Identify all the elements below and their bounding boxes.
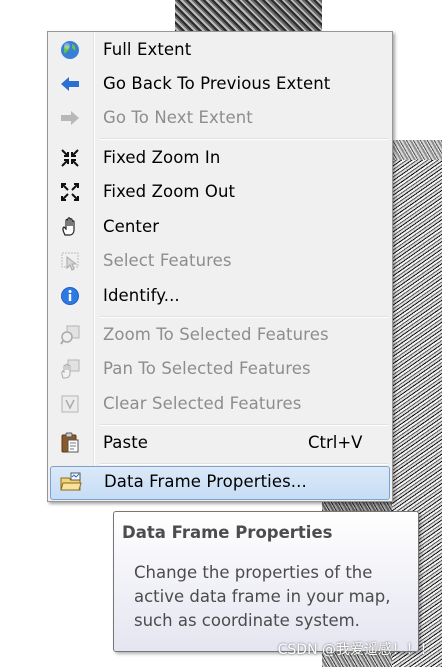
zoom-selected-icon	[59, 325, 81, 345]
menu-separator	[100, 424, 388, 426]
menu-item-label: Fixed Zoom In	[103, 148, 221, 167]
menu-item-center[interactable]: Center	[50, 212, 390, 242]
clear-selection-icon	[59, 394, 81, 414]
map-raster-top	[175, 0, 322, 32]
tooltip-body: Change the properties of the active data…	[134, 563, 391, 630]
menu-item-pan-to-selected[interactable]: Pan To Selected Features	[50, 354, 390, 384]
select-features-icon	[59, 251, 81, 271]
menu-item-label: Center	[103, 217, 160, 236]
menu-item-clear-selected[interactable]: Clear Selected Features	[50, 389, 390, 419]
tooltip: Data Frame Properties Change the propert…	[113, 511, 419, 652]
menu-item-label: Clear Selected Features	[103, 394, 302, 413]
info-icon	[59, 286, 81, 306]
menu-item-label: Identify...	[103, 286, 180, 305]
menu-item-identify[interactable]: Identify...	[50, 281, 390, 311]
menu-item-full-extent[interactable]: Full Extent	[50, 35, 390, 65]
arrow-right-icon	[59, 108, 81, 128]
menu-item-select-features[interactable]: Select Features	[50, 246, 390, 276]
menu-item-label: Paste	[103, 433, 149, 452]
menu-item-label: Go Back To Previous Extent	[103, 74, 331, 93]
menu-item-fixed-zoom-in[interactable]: Fixed Zoom In	[50, 143, 390, 173]
fixed-zoom-in-icon	[59, 148, 81, 168]
menu-item-label: Zoom To Selected Features	[103, 325, 329, 344]
menu-item-label: Go To Next Extent	[103, 108, 253, 127]
hand-icon	[59, 217, 81, 237]
watermark: CSDN @我爱遥感！！！	[277, 642, 434, 658]
menu-separator	[100, 138, 388, 140]
clipboard-icon	[59, 432, 81, 453]
menu-item-fixed-zoom-out[interactable]: Fixed Zoom Out	[50, 177, 390, 207]
menu-item-data-frame-properties[interactable]: Data Frame Properties...	[50, 466, 390, 500]
menu-item-label: Select Features	[103, 251, 232, 270]
menu-separator	[100, 463, 388, 465]
menu-item-zoom-to-selected[interactable]: Zoom To Selected Features	[50, 320, 390, 350]
arrow-left-icon	[59, 74, 81, 94]
pan-selected-icon	[59, 359, 81, 379]
globe-icon	[59, 40, 81, 60]
menu-item-go-back[interactable]: Go Back To Previous Extent	[50, 69, 390, 99]
tooltip-title: Data Frame Properties	[122, 523, 333, 542]
menu-item-label: Data Frame Properties...	[104, 472, 307, 491]
menu-item-go-next[interactable]: Go To Next Extent	[50, 103, 390, 133]
fixed-zoom-out-icon	[59, 182, 81, 202]
menu-item-label: Fixed Zoom Out	[103, 182, 236, 201]
context-menu: Full Extent Go Back To Previous Extent G…	[47, 31, 393, 502]
paste-shortcut: Ctrl+V	[308, 433, 363, 452]
menu-item-paste[interactable]: Paste Ctrl+V	[50, 428, 390, 458]
menu-separator	[100, 316, 388, 318]
data-frame-properties-icon	[60, 472, 82, 492]
menu-item-label: Full Extent	[103, 40, 192, 59]
menu-item-label: Pan To Selected Features	[103, 359, 311, 378]
